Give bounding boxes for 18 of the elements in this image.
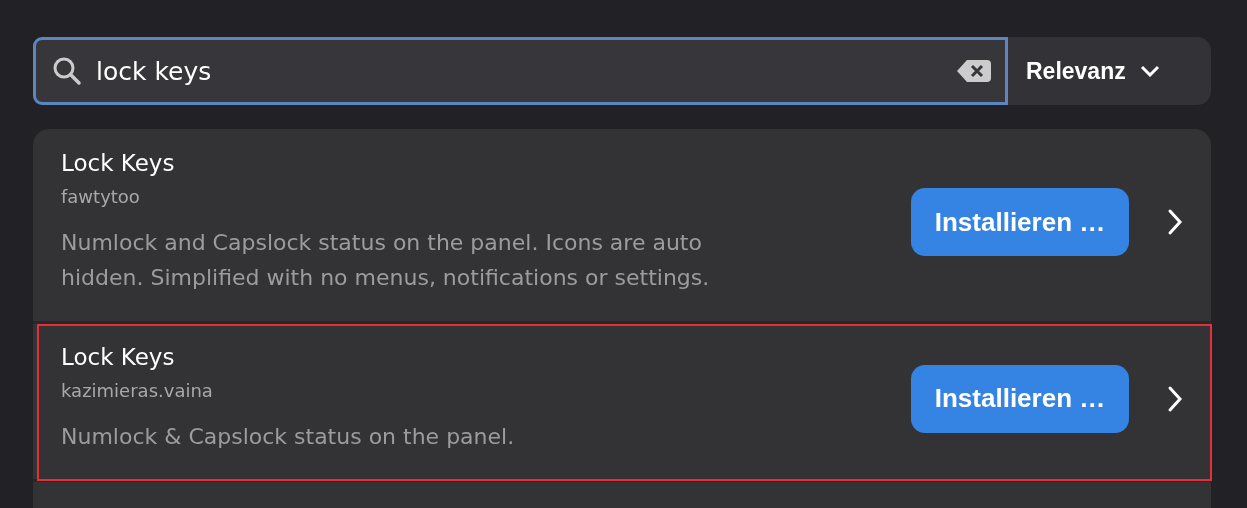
clear-icon[interactable] (957, 60, 991, 82)
sort-dropdown[interactable]: Relevanz (1008, 37, 1211, 105)
install-button[interactable]: Installieren … (911, 188, 1129, 256)
extension-author: kazimieras.vaina (61, 379, 213, 401)
extension-title: Lock Keys (61, 149, 175, 176)
extension-author: fawtytoo (61, 185, 140, 207)
chevron-right-icon[interactable] (1167, 208, 1183, 236)
search-box[interactable]: lock keys (33, 37, 1008, 105)
extension-row[interactable]: Lock Keys fawtytoo Numlock and Capslock status on the panel. Icons are auto hidden. Simplified with no menus, notifications or settings. Installieren … (33, 129, 1211, 324)
extension-description: Numlock & Capslock status on the panel. (61, 422, 515, 451)
chevron-right-icon[interactable] (1167, 384, 1183, 413)
extension-row[interactable]: Lock Keys kazimieras.vaina Numlock & Capslock status on the panel. Installieren … (33, 324, 1211, 482)
search-field[interactable]: lock keys (96, 56, 943, 86)
search-icon (52, 56, 82, 86)
install-button[interactable]: Installieren … (911, 364, 1129, 433)
extension-title: Lock Keys (61, 343, 175, 370)
chevron-down-icon (1139, 65, 1160, 77)
extension-description: Numlock and Capslock status on the panel. Icons are auto hidden. Simplified with no menus, notifications or settings. (61, 228, 711, 292)
